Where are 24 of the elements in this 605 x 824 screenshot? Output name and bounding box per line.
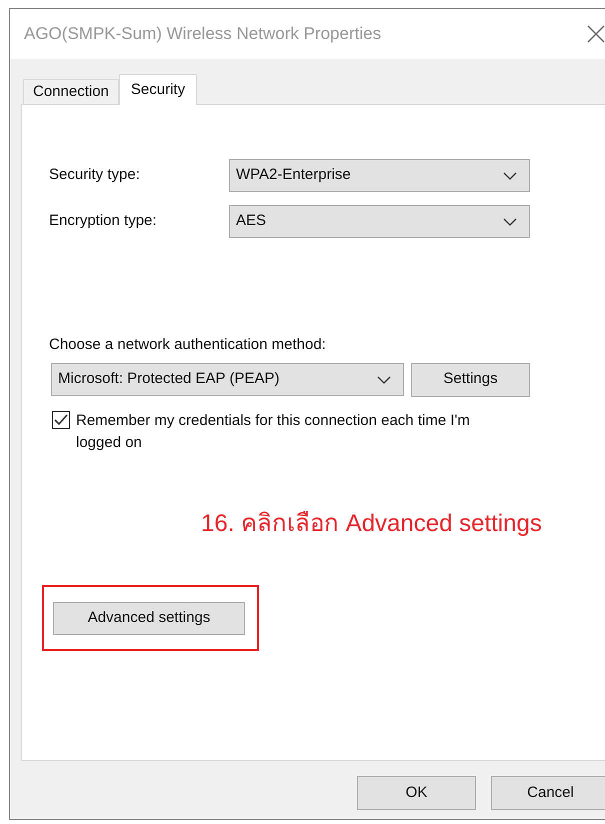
field-label: Security type: — [49, 165, 141, 186]
checkbox[interactable] — [52, 410, 70, 428]
window-title: AGO(SMPK-Sum) Wireless Network Properties — [24, 23, 382, 46]
close-icon[interactable] — [587, 25, 605, 43]
checkmark-icon — [54, 414, 68, 426]
advanced-settings-button[interactable]: Advanced settings — [53, 602, 245, 634]
chevron-down-icon — [377, 376, 391, 384]
annotation-text: 16. คลิกเลือก Advanced settings — [201, 508, 543, 538]
selected-value: Microsoft: Protected EAP (PEAP) — [58, 369, 280, 390]
dropdown[interactable]: AES — [229, 205, 530, 238]
selected-value: WPA2-Enterprise — [236, 165, 351, 186]
tab[interactable]: Security — [118, 74, 198, 105]
field-label: Choose a network authentication method: — [49, 335, 327, 355]
chevron-down-icon — [503, 172, 517, 180]
dropdown[interactable]: WPA2-Enterprise — [229, 159, 530, 192]
checkbox-label: Remember my credentials for this connection each time I'm logged on — [76, 410, 471, 452]
dialog-button[interactable]: OK — [357, 776, 476, 810]
settings-button[interactable]: Settings — [411, 362, 530, 396]
dialog-button[interactable]: Cancel — [491, 776, 605, 810]
dropdown[interactable]: Microsoft: Protected EAP (PEAP) — [51, 363, 404, 396]
field-label: Encryption type: — [49, 211, 158, 232]
tab[interactable]: Connection — [23, 79, 119, 104]
selected-value: AES — [236, 211, 266, 232]
chevron-down-icon — [503, 218, 517, 226]
